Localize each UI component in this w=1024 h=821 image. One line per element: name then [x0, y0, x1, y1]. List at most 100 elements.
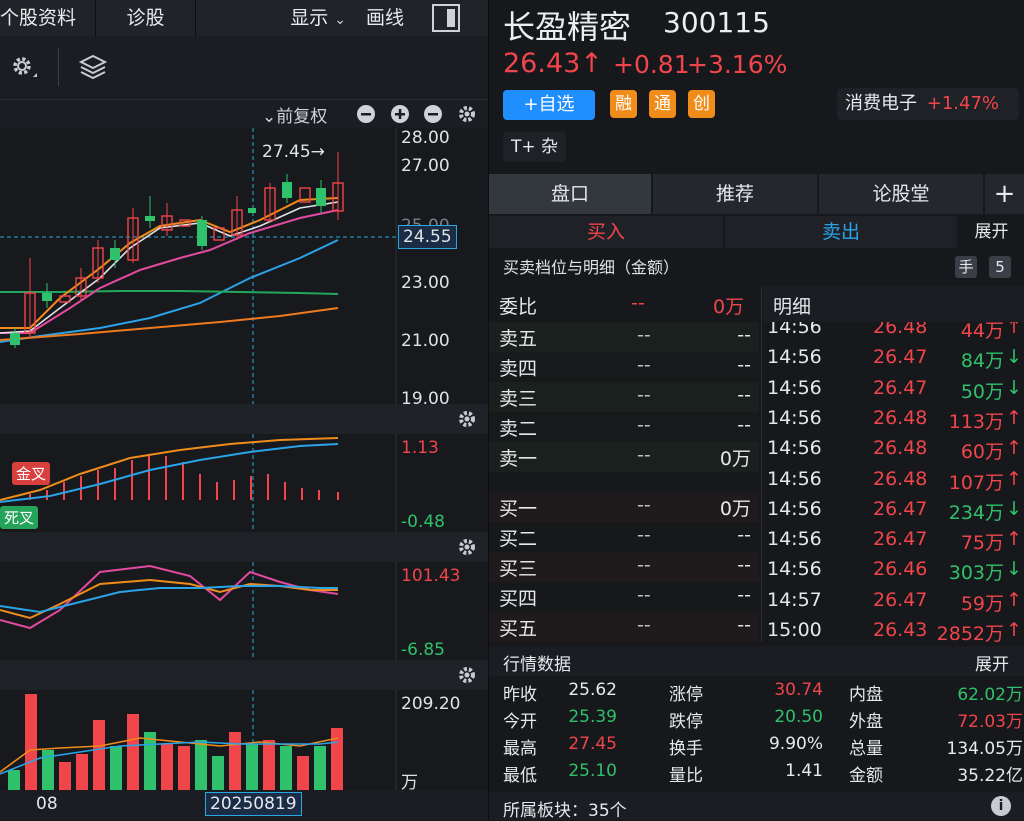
- trade-volume: 107万: [948, 471, 1004, 494]
- bid-level-price: --: [637, 614, 651, 636]
- trade-direction: ↓: [1006, 346, 1022, 369]
- market-label: 跌停: [669, 712, 703, 732]
- bid-level-row[interactable]: 买四 -- --: [489, 582, 759, 612]
- bid-level-row[interactable]: 买二 -- --: [489, 522, 759, 552]
- bid-level-volume: --: [737, 584, 751, 606]
- candles: [10, 152, 344, 348]
- stock-code: 300115: [663, 6, 770, 39]
- trade-price: 26.48: [873, 467, 928, 490]
- market-value: 20.50: [774, 707, 823, 727]
- ask-level-volume: --: [737, 414, 751, 436]
- quote-panel: 长盈精密 300115 26.43↑ +0.81 +3.16% +自选 融 通 …: [489, 0, 1024, 821]
- gear-icon[interactable]: [456, 103, 478, 129]
- gear-icon[interactable]: [456, 664, 478, 690]
- market-label: 总量: [849, 739, 883, 759]
- volume-chart[interactable]: 209.20 万: [0, 690, 488, 793]
- trade-time: 14:56: [767, 437, 822, 460]
- market-value: 25.62: [568, 680, 617, 700]
- minus-circle-icon[interactable]: [423, 104, 443, 128]
- ask-level-price: --: [637, 324, 651, 346]
- macd-chart[interactable]: 金叉 死叉 1.13 -0.48: [0, 434, 488, 532]
- ask-level-row[interactable]: 卖四 -- --: [489, 352, 759, 382]
- ask-level-row[interactable]: 卖二 -- --: [489, 412, 759, 442]
- plus-circle-icon[interactable]: [390, 104, 410, 128]
- tab-diagnosis[interactable]: 诊股: [96, 0, 196, 36]
- quote-tabs: 盘口 推荐 论股堂 +: [489, 174, 1024, 214]
- market-value: 35.22亿: [957, 766, 1023, 786]
- bid-level-row[interactable]: 买一 -- 0万: [489, 492, 759, 522]
- gear-icon[interactable]: [456, 536, 478, 562]
- ask-level-volume: --: [737, 384, 751, 406]
- info-icon[interactable]: i: [991, 796, 1011, 816]
- price-axis-tick: 23.00: [401, 273, 450, 293]
- expand-trade-button[interactable]: 展开: [959, 216, 1024, 248]
- chart-toolbar: [0, 36, 488, 100]
- sector-name: 消费电子: [845, 93, 917, 114]
- ask-level-price: --: [637, 444, 651, 466]
- trade-price: 26.48: [873, 406, 928, 429]
- sector-chip[interactable]: 消费电子 +1.47%: [837, 88, 1019, 120]
- current-price-tag: 24.55: [398, 225, 457, 249]
- kdj-pane-header: [0, 532, 488, 562]
- market-value: 30.74: [774, 680, 823, 700]
- sector-count[interactable]: 所属板块：35个: [503, 796, 627, 821]
- ask-level-volume: --: [737, 324, 751, 346]
- trade-time: 14:57: [767, 588, 822, 611]
- ask-level-row[interactable]: 卖五 -- --: [489, 322, 759, 352]
- market-value: 1.41: [785, 761, 823, 781]
- adjust-dropdown[interactable]: ⌄前复权: [262, 102, 327, 127]
- price-chart[interactable]: 27.45→ 28.00 27.00 25.00 24.55 23.00 21.…: [0, 128, 488, 409]
- gear-icon[interactable]: [8, 52, 38, 82]
- date-tick: 08: [36, 794, 58, 814]
- layers-icon[interactable]: [78, 52, 108, 82]
- trade-price: 26.47: [873, 588, 928, 611]
- tab-recommend[interactable]: 推荐: [653, 174, 819, 214]
- gear-icon[interactable]: [456, 408, 478, 434]
- trade-price: 26.46: [873, 558, 928, 581]
- add-tab-button[interactable]: +: [985, 174, 1024, 214]
- macd-axis-tick: 1.13: [401, 438, 439, 458]
- draw-line-button[interactable]: 画线: [356, 0, 426, 36]
- add-watchlist-button[interactable]: +自选: [503, 90, 595, 120]
- market-row: 今开 25.39 跌停 20.50 外盘 72.03万: [489, 705, 1024, 732]
- death-cross-badge: 死叉: [0, 506, 39, 529]
- minus-circle-icon[interactable]: [356, 104, 376, 128]
- panel-toggle-icon[interactable]: [432, 4, 460, 32]
- connect-badge: 通: [649, 90, 676, 118]
- buy-button[interactable]: 买入: [489, 216, 723, 248]
- trade-time: 14:56: [767, 467, 822, 490]
- ask-level-row[interactable]: 卖三 -- --: [489, 382, 759, 412]
- tab-orderbook[interactable]: 盘口: [489, 174, 653, 214]
- market-label: 昨收: [503, 685, 537, 705]
- trade-time: 14:56: [767, 376, 822, 399]
- trade-volume: 75万: [960, 532, 1004, 555]
- trade-row: 14:57 26.47 59万 ↑: [767, 587, 1024, 617]
- trade-time: 14:56: [767, 346, 822, 369]
- market-value: 134.05万: [946, 739, 1023, 759]
- depth-level-toggle[interactable]: 5: [989, 256, 1011, 278]
- market-expand-button[interactable]: 展开: [975, 650, 1009, 675]
- sector-change: +1.47%: [926, 93, 999, 114]
- market-row: 最低 25.10 量比 1.41 金额 35.22亿: [489, 759, 1024, 786]
- bid-level-row[interactable]: 买三 -- --: [489, 552, 759, 582]
- tab-forum[interactable]: 论股堂: [819, 174, 985, 214]
- hand-unit-toggle[interactable]: 手: [955, 256, 977, 278]
- trade-direction: ↑: [1006, 437, 1022, 460]
- ask-level-price: --: [637, 354, 651, 376]
- gem-badge: 创: [688, 90, 715, 118]
- trade-price: 26.43: [873, 619, 928, 641]
- chart-top-bar: 个股资料 诊股 显示 ⌄ 画线: [0, 0, 488, 36]
- trade-row: 14:56 26.47 234万 ↓: [767, 496, 1024, 526]
- bid-level-volume: 0万: [719, 498, 751, 520]
- trade-price: 26.47: [873, 346, 928, 369]
- bid-level-row[interactable]: 买五 -- --: [489, 612, 759, 642]
- trading-tag[interactable]: T+ 杂: [503, 132, 567, 162]
- display-dropdown[interactable]: 显示 ⌄: [196, 0, 356, 36]
- kdj-chart[interactable]: 101.43 -6.85: [0, 562, 488, 660]
- trade-time: 15:00: [767, 619, 822, 641]
- sell-button[interactable]: 卖出: [725, 216, 957, 248]
- tab-stock-profile[interactable]: 个股资料: [0, 0, 96, 36]
- weibi-amount: 0万: [713, 296, 745, 318]
- market-row: 最高 27.45 换手 9.90% 总量 134.05万: [489, 732, 1024, 759]
- ask-level-row[interactable]: 卖一 -- 0万: [489, 442, 759, 472]
